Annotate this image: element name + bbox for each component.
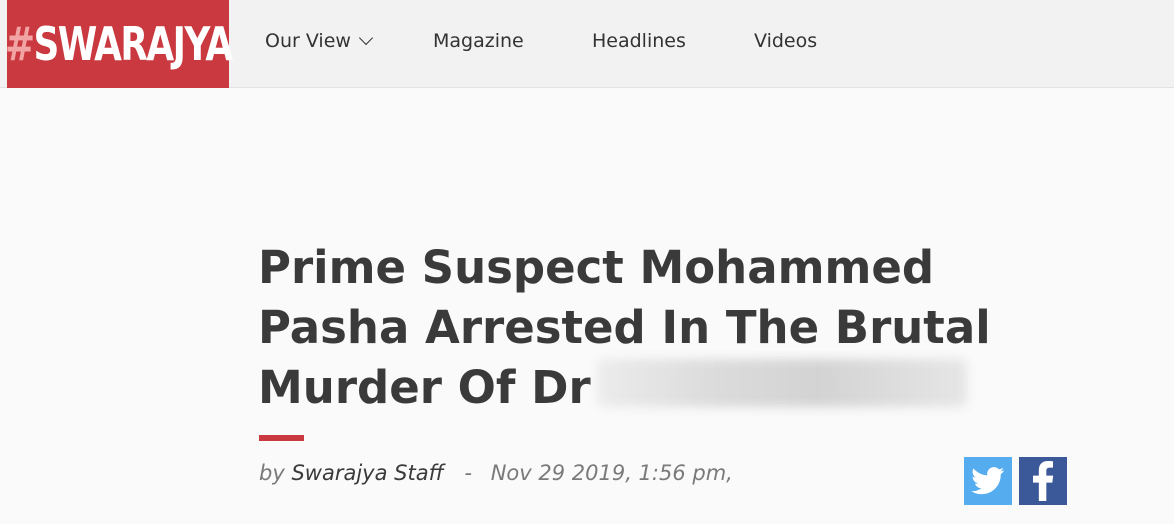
nav-videos[interactable]: Videos <box>754 30 817 52</box>
nav-headlines[interactable]: Headlines <box>592 30 686 52</box>
article-title: Prime Suspect Mohammed Pasha Arrested In… <box>258 238 1078 418</box>
logo-text: #SWARAJYA <box>4 17 233 71</box>
facebook-share-button[interactable] <box>1019 457 1067 505</box>
byline: by Swarajya Staff - Nov 29 2019, 1:56 pm… <box>259 461 733 485</box>
site-logo[interactable]: #SWARAJYA <box>4 0 233 88</box>
site-header: #SWARAJYA Our View Magazine Headlines Vi… <box>0 0 1174 88</box>
publish-date: Nov 29 2019, 1:56 pm, <box>490 461 733 485</box>
facebook-icon <box>1033 461 1054 501</box>
byline-separator: - <box>464 461 472 485</box>
twitter-icon <box>971 467 1005 495</box>
blurred-name <box>596 359 967 407</box>
author-link[interactable]: Swarajya Staff <box>291 461 443 485</box>
nav-our-view[interactable]: Our View <box>265 30 374 52</box>
chevron-down-icon <box>358 30 374 46</box>
nav-magazine[interactable]: Magazine <box>433 30 524 52</box>
title-accent-bar <box>259 435 304 441</box>
nav-our-view-label: Our View <box>265 30 351 52</box>
twitter-share-button[interactable] <box>964 457 1012 505</box>
byline-by: by <box>259 461 285 485</box>
